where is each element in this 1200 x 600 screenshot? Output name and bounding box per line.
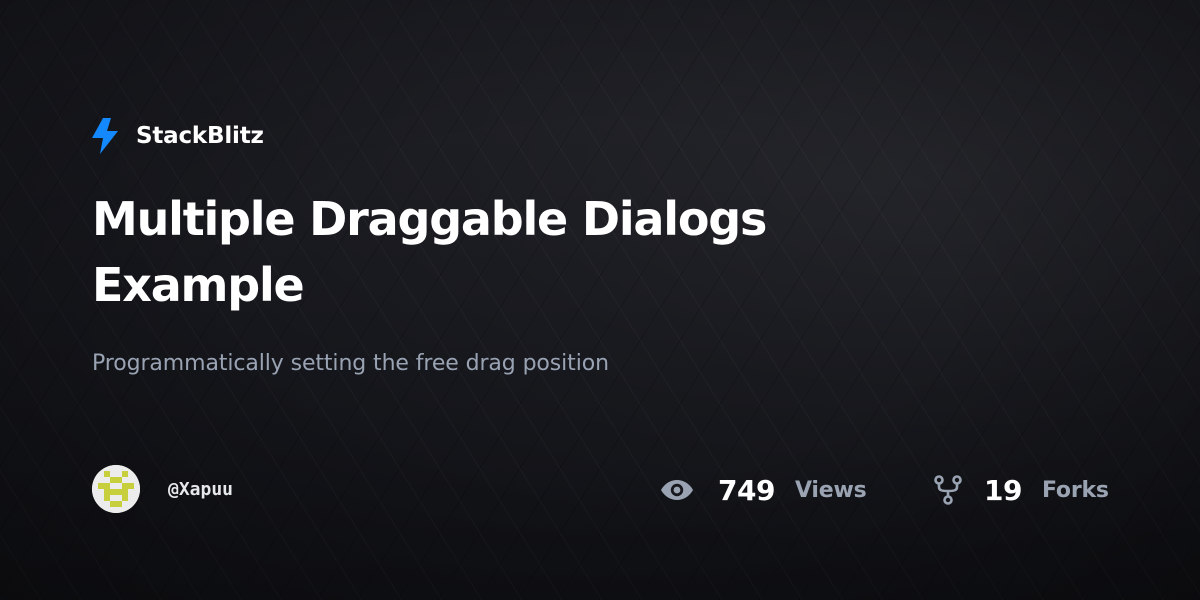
page-title: Multiple Draggable Dialogs Example <box>92 186 992 318</box>
title-line-2: Example <box>92 258 305 312</box>
author[interactable]: @Xapuu <box>92 465 233 513</box>
project-description: Programmatically setting the free drag p… <box>92 351 609 376</box>
views-label: Views <box>794 477 867 503</box>
author-username[interactable]: @Xapuu <box>168 479 233 500</box>
title-line-1: Multiple Draggable Dialogs <box>92 192 767 246</box>
forks-label: Forks <box>1041 477 1109 503</box>
eye-icon <box>661 480 693 500</box>
brand[interactable]: StackBlitz <box>92 118 264 154</box>
views-stat: 749 Views <box>660 470 867 510</box>
views-count: 749 <box>718 473 775 507</box>
brand-name: StackBlitz <box>136 123 264 149</box>
forks-count: 19 <box>984 473 1022 507</box>
og-card: StackBlitz Multiple Draggable Dialogs Ex… <box>0 0 1200 600</box>
lightning-bolt-icon <box>92 118 118 154</box>
forks-stat: 19 Forks <box>934 470 1109 510</box>
fork-icon <box>934 475 962 505</box>
avatar[interactable] <box>92 465 140 513</box>
